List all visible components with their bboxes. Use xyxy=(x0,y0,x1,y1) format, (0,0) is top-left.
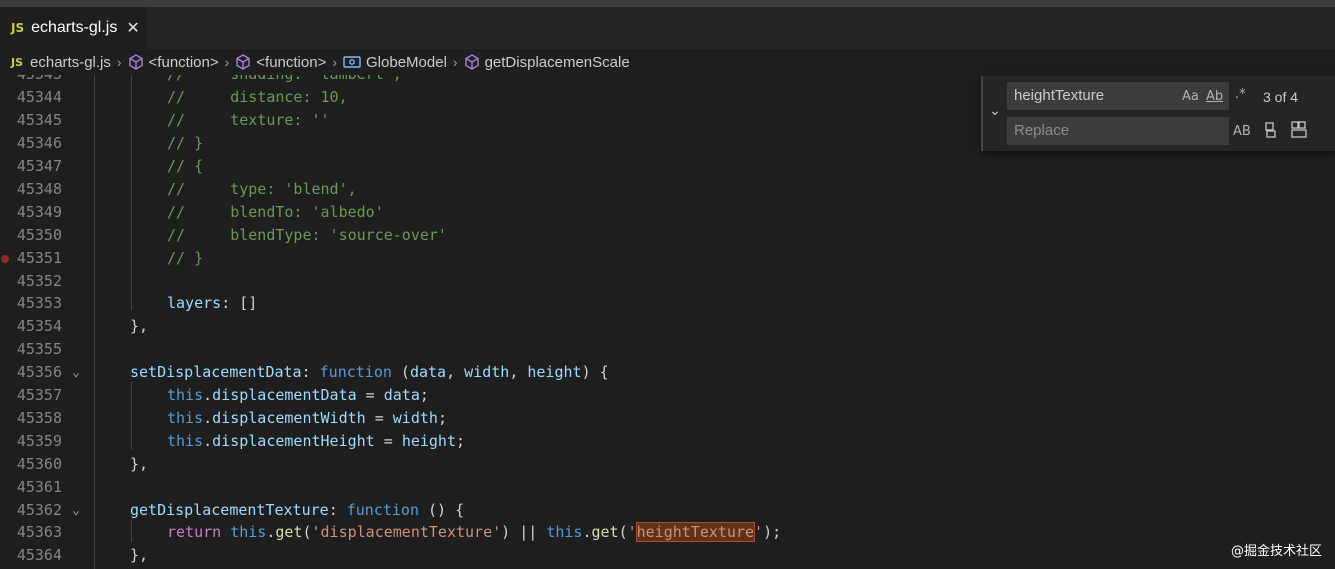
code-text: // } xyxy=(167,249,204,267)
code-text: this.displacementWidth = width; xyxy=(167,409,447,427)
chevron-right-icon: › xyxy=(452,54,458,70)
breadcrumb-method-label: getDisplacemenScale xyxy=(484,53,630,71)
chevron-right-icon: › xyxy=(332,54,338,70)
line-number: 45358 xyxy=(16,409,62,427)
cube-icon xyxy=(128,54,143,70)
toggle-replace-chevron-icon[interactable]: ⌄ xyxy=(989,102,1001,119)
code-text: // blendTo: 'albedo' xyxy=(167,203,384,221)
line-number: 45357 xyxy=(16,386,62,404)
code-line: 45352 xyxy=(0,270,1335,293)
code-line: 45353 layers: [] xyxy=(0,292,1335,315)
tab-echarts-gl[interactable]: JS echarts-gl.js ✕ xyxy=(0,7,146,49)
line-number: 45349 xyxy=(16,203,62,221)
breadcrumb: JS echarts-gl.js › <function> › <functio… xyxy=(0,49,1335,75)
js-file-icon: JS xyxy=(11,21,25,35)
line-number: 45352 xyxy=(16,272,62,290)
code-text: // blendType: 'source-over' xyxy=(167,226,447,244)
replace-all-icon[interactable] xyxy=(1289,120,1309,140)
tab-bar: JS echarts-gl.js ✕ xyxy=(0,7,1335,49)
line-number: 45350 xyxy=(16,226,62,244)
breadcrumb-file[interactable]: JS echarts-gl.js xyxy=(11,54,111,71)
code-line: 45349 // blendTo: 'albedo' xyxy=(0,201,1335,224)
breadcrumb-function-1[interactable]: <function> xyxy=(128,54,219,71)
match-case-button[interactable]: Aa xyxy=(1182,89,1199,104)
code-line: 45358 this.displacementWidth = width; xyxy=(0,407,1335,430)
code-line: 45357 this.displacementData = data; xyxy=(0,384,1335,407)
code-text: this.displacementData = data; xyxy=(167,386,429,404)
regex-button[interactable]: .* xyxy=(1235,87,1246,102)
line-number: 45355 xyxy=(16,340,62,358)
breadcrumb-function-2-label: <function> xyxy=(256,53,327,71)
title-strip xyxy=(0,0,1335,7)
code-line: 45350 // blendType: 'source-over' xyxy=(0,224,1335,247)
close-icon[interactable]: ✕ xyxy=(126,18,139,38)
line-number: 45359 xyxy=(16,432,62,450)
code-text: getDisplacementTexture: function () { xyxy=(130,501,465,519)
cube-icon xyxy=(236,54,250,70)
code-text: return this.get('displacementTexture') |… xyxy=(167,522,782,542)
field-icon xyxy=(343,56,361,68)
code-line: 45348 // type: 'blend', xyxy=(0,178,1335,201)
code-line: 45364 }, xyxy=(0,544,1335,567)
code-line: 45363 return this.get('displacementTextu… xyxy=(0,521,1335,544)
line-number: 45363 xyxy=(16,523,62,541)
line-number: 45364 xyxy=(16,546,62,564)
code-text: // texture: '' xyxy=(167,111,330,129)
chevron-right-icon: › xyxy=(224,54,230,70)
js-file-icon: JS xyxy=(11,55,24,69)
line-number: 45347 xyxy=(16,157,62,175)
code-line: 45360 }, xyxy=(0,453,1335,476)
code-text: this.displacementHeight = height; xyxy=(167,432,466,450)
code-text: }, xyxy=(130,455,149,473)
code-text: // { xyxy=(167,157,204,175)
code-line: 45362 ⌄ getDisplacementTexture: function… xyxy=(0,499,1335,522)
replace-input[interactable]: Replace xyxy=(1007,117,1229,145)
line-number: 45362 xyxy=(16,501,62,519)
code-text: layers: [] xyxy=(167,294,258,312)
breadcrumb-file-label: echarts-gl.js xyxy=(30,53,111,71)
breadcrumb-function-1-label: <function> xyxy=(148,53,219,71)
fold-chevron-icon[interactable]: ⌄ xyxy=(72,361,80,384)
code-line: 45359 this.displacementHeight = height; xyxy=(0,430,1335,453)
line-number: 45351 xyxy=(16,249,62,267)
line-number: 45344 xyxy=(16,88,62,106)
preserve-case-button[interactable]: AB xyxy=(1233,124,1251,139)
code-line: 45351 // } xyxy=(0,247,1335,270)
tab-title: echarts-gl.js xyxy=(31,19,118,36)
code-text: }, xyxy=(130,317,149,335)
code-text: // } xyxy=(167,134,204,152)
line-number: 45354 xyxy=(16,317,62,335)
breadcrumb-method[interactable]: getDisplacemenScale xyxy=(464,54,630,71)
code-line: 45355 xyxy=(0,338,1335,361)
breadcrumb-function-2[interactable]: <function> xyxy=(235,54,326,71)
line-number: 45356 xyxy=(16,363,62,381)
find-widget: ⌄ heightTexture Aa Ab .* 3 of 4 Replace … xyxy=(981,76,1335,151)
whole-word-button[interactable]: Ab xyxy=(1206,89,1223,104)
match-count: 3 of 4 xyxy=(1263,89,1299,105)
line-number: 45345 xyxy=(16,111,62,129)
fold-chevron-icon[interactable]: ⌄ xyxy=(72,499,80,522)
chevron-right-icon: › xyxy=(116,54,122,70)
code-line: 45361 xyxy=(0,476,1335,499)
code-line: 45356 ⌄ setDisplacementData: function (d… xyxy=(0,361,1335,384)
code-text: // type: 'blend', xyxy=(167,180,357,198)
breadcrumb-globemodel[interactable]: GlobeModel xyxy=(343,54,447,71)
code-line: 45354 }, xyxy=(0,315,1335,338)
line-number: 45346 xyxy=(16,134,62,152)
breadcrumb-globemodel-label: GlobeModel xyxy=(366,53,447,71)
line-number: 45353 xyxy=(16,294,62,312)
line-number: 45360 xyxy=(16,455,62,473)
watermark: @掘金技术社区 xyxy=(1230,544,1322,559)
cube-icon xyxy=(464,54,479,70)
line-number: 45348 xyxy=(16,180,62,198)
code-text: setDisplacementData: function (data, wid… xyxy=(130,363,609,381)
line-number: 45361 xyxy=(16,478,62,496)
replace-icon[interactable] xyxy=(1261,120,1281,140)
code-text: // distance: 10, xyxy=(167,88,348,106)
code-line: 45347 // { xyxy=(0,155,1335,178)
code-text: }, xyxy=(130,546,149,564)
